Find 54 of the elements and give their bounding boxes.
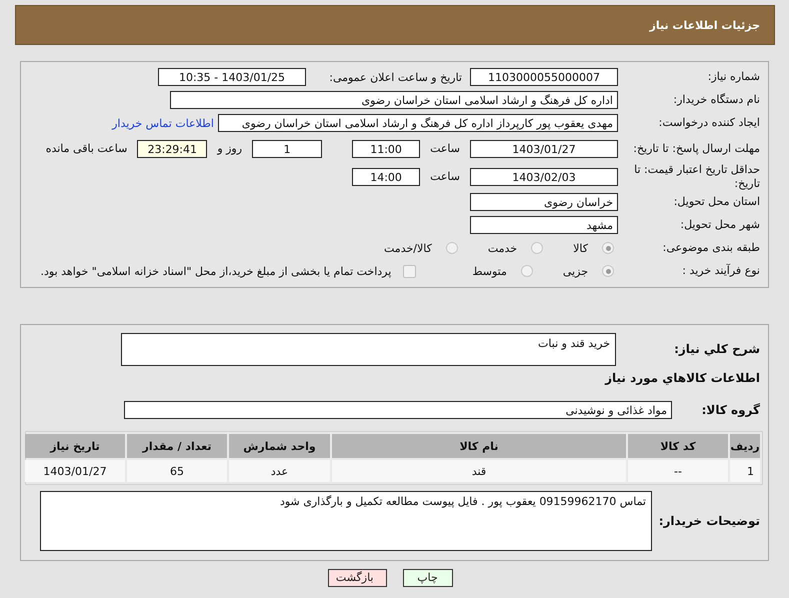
table-cell: 1	[730, 460, 760, 482]
date-field: 1403/02/03	[470, 168, 618, 186]
date-field: 1403/01/27	[470, 140, 618, 158]
radio-button[interactable]	[602, 265, 614, 277]
table-cell: 65	[127, 460, 227, 482]
field-label: حداقل تاریخ اعتبار قیمت: تا تاریخ:	[633, 163, 761, 190]
field-label: ساعت باقی مانده	[44, 142, 128, 155]
time-field: 11:00	[352, 140, 420, 158]
table-cell: عدد	[229, 460, 330, 482]
radio-button[interactable]	[531, 242, 544, 254]
field-label: تاریخ و ساعت اعلان عمومی:	[328, 70, 463, 84]
field-label: ساعت	[429, 142, 461, 155]
back-button[interactable]: بازگشت	[328, 569, 386, 587]
column-header: ردیف	[730, 434, 760, 458]
description-textarea: خرید قند و نبات	[121, 332, 616, 366]
days-field: 1	[252, 140, 322, 158]
field-label: مهلت ارسال پاسخ: تا تاریخ:	[632, 142, 761, 156]
remaining-time-field: 23:29:41	[137, 140, 208, 158]
field-label: ایجاد کننده درخواست:	[658, 116, 761, 130]
column-header: واحد شمارش	[229, 434, 330, 458]
time-field: 14:00	[352, 168, 420, 186]
table-cell: قند	[332, 460, 626, 482]
table-cell: 1403/01/27	[25, 460, 125, 482]
section-heading: اطلاعات کالاهاي مورد نياز	[605, 371, 761, 385]
field-label: توضیحات خریدار:	[658, 514, 761, 528]
page-title: جزئیات اطلاعات نیاز	[650, 18, 760, 32]
contact-link[interactable]: اطلاعات تماس خریدار	[112, 116, 218, 130]
field-label: شرح کلي نياز:	[673, 342, 761, 356]
table-cell: --	[628, 460, 728, 482]
field-label: روز و	[216, 142, 244, 155]
column-header: تعداد / مقدار	[127, 434, 227, 458]
option-label: کالا/خدمت	[383, 242, 433, 254]
radio-button[interactable]	[602, 242, 614, 254]
field-label: استان محل تحویل:	[672, 195, 761, 209]
column-header: کد کالا	[628, 434, 728, 458]
checkbox-label: پرداخت تمام یا بخشی از مبلغ خرید،از محل "اسناد خزانه اسلامی" خواهد بود.	[40, 264, 392, 278]
option-label: متوسط	[471, 264, 508, 278]
field-label: شماره نیاز:	[706, 70, 761, 84]
radio-button[interactable]	[446, 242, 458, 254]
field-label: نوع فرآیند خرید :	[681, 264, 761, 278]
radio-button[interactable]	[520, 265, 533, 277]
option-label: خدمت	[486, 242, 518, 254]
field-label: شهر محل تحویل:	[679, 218, 761, 232]
notes-textarea: تماس 09159962170 یعقوب پور . فایل پیوست مطالعه تکمیل و بارگذاری شود	[40, 491, 652, 551]
field-label: ساعت	[429, 170, 461, 183]
checkbox[interactable]	[403, 264, 416, 278]
column-header: نام کالا	[332, 434, 626, 458]
option-label: جزیی	[562, 264, 589, 278]
column-header: تاریخ نیاز	[25, 434, 125, 458]
option-label: کالا	[572, 242, 589, 254]
print-button[interactable]: چاپ	[402, 569, 452, 587]
field-label: نام دستگاه خریدار:	[672, 93, 761, 107]
field-label: طبقه بندی موضوعی:	[662, 241, 761, 255]
field-label: گروه کالا:	[700, 402, 761, 418]
